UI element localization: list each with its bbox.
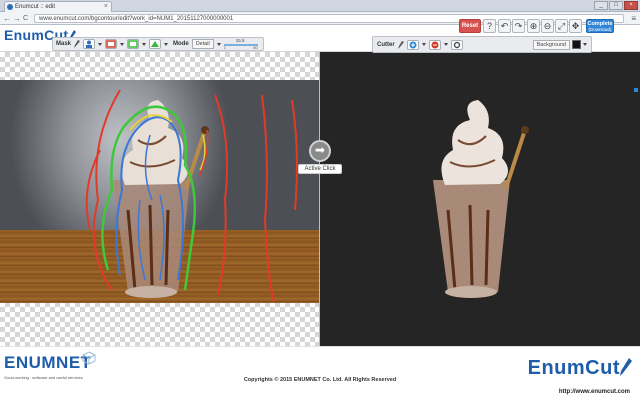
brush-icon [397,40,404,49]
help-button[interactable]: ? [483,19,496,33]
chevron-down-icon[interactable] [164,42,169,46]
cutter-label: Cutter [377,41,395,48]
reset-button[interactable]: Reset [459,19,481,33]
chevron-down-icon[interactable] [98,42,103,46]
complete-sublabel: (Download) [588,27,612,32]
redo-button[interactable]: ↷ [512,19,525,33]
undo-button[interactable]: ↶ [498,19,511,33]
browser-tab-bar: Enumcut :: edit × _ □ × [0,0,640,12]
maximize-button[interactable]: □ [609,1,623,10]
complete-button[interactable]: Complete (Download) [586,19,614,33]
person-icon [86,40,93,48]
frame-red-icon [106,40,116,48]
scroll-indicator[interactable] [634,88,638,92]
brush-icon [74,40,81,48]
cutter-settings-button[interactable] [450,39,463,50]
cutter-add-button[interactable] [406,39,419,50]
mask-area-button[interactable] [149,39,162,49]
window-controls: _ □ × [594,1,638,10]
favicon-icon [7,4,13,10]
move-button[interactable]: ✥ [569,19,582,33]
reload-button[interactable]: C [23,14,28,23]
cube-icon [82,351,96,365]
gear-icon [453,41,460,48]
fit-button[interactable]: ⤢ [555,19,568,33]
back-button[interactable]: ← [3,14,11,23]
chevron-down-icon[interactable] [421,43,426,46]
mask-keep-button[interactable] [127,39,140,49]
enumnet-logo[interactable]: ENUMNET [4,353,92,373]
footer-logo-prefix: Enum [527,357,586,379]
logo-text-prefix: Enum [4,27,45,43]
plus-circle-icon [409,41,417,48]
minimize-button[interactable]: _ [594,1,608,10]
active-click[interactable]: ➡ Active Click [298,140,342,174]
background-label: Background [532,39,570,50]
page-footer: ENUMNET Good-working : software and usef… [0,346,640,400]
brush-size-slider[interactable]: 15.5 1 50 [223,38,258,50]
mode-select[interactable]: Detail [191,39,214,49]
chevron-down-icon[interactable] [142,42,147,46]
mask-label: Mask [56,41,72,47]
cutter-remove-button[interactable] [428,39,441,50]
window-close-button[interactable]: × [624,1,638,10]
mode-label: Mode [173,41,189,47]
slider-value: 15.5 [235,38,245,43]
chevron-down-icon[interactable] [583,43,587,46]
source-photo [0,80,320,303]
minus-circle-icon [431,41,439,48]
forward-button[interactable]: → [13,14,21,23]
background-swatch[interactable] [572,40,581,49]
zoom-out-button[interactable]: ⊖ [541,19,554,33]
slider-max: 50 [253,45,258,50]
zoom-in-button[interactable]: ⊕ [527,19,540,33]
mask-remove-button[interactable] [105,39,118,49]
area-icon [151,41,160,47]
mask-toolbar: Mask Mode Detail 15.5 1 50 [52,37,264,51]
milkshake-drawing [85,89,298,303]
slider-min: 1 [223,45,226,50]
browser-tab[interactable]: Enumcut :: edit × [4,1,112,12]
browser-menu-icon[interactable]: ≡ [631,14,636,23]
tab-title: Enumcut :: edit [15,4,56,10]
frame-green-icon [128,40,138,48]
background-select[interactable]: Background [532,39,587,50]
source-canvas[interactable] [0,52,320,346]
result-milkshake [433,100,529,298]
chevron-down-icon[interactable] [216,42,221,46]
footer-logo-suffix: Cut [585,357,620,379]
chevron-down-icon[interactable] [443,43,448,46]
pen-icon [620,358,632,376]
arrow-right-icon[interactable]: ➡ [309,140,331,162]
tab-close-icon[interactable]: × [104,2,108,12]
cutter-toolbar: Cutter Background [372,36,592,53]
result-canvas[interactable] [320,52,640,346]
website-url[interactable]: http://www.enumcut.com [559,389,630,395]
enumcut-footer-logo[interactable]: EnumCut [528,357,632,380]
active-click-label: Active Click [298,164,342,174]
mask-person-button[interactable] [83,39,96,49]
chevron-down-icon[interactable] [120,42,125,46]
